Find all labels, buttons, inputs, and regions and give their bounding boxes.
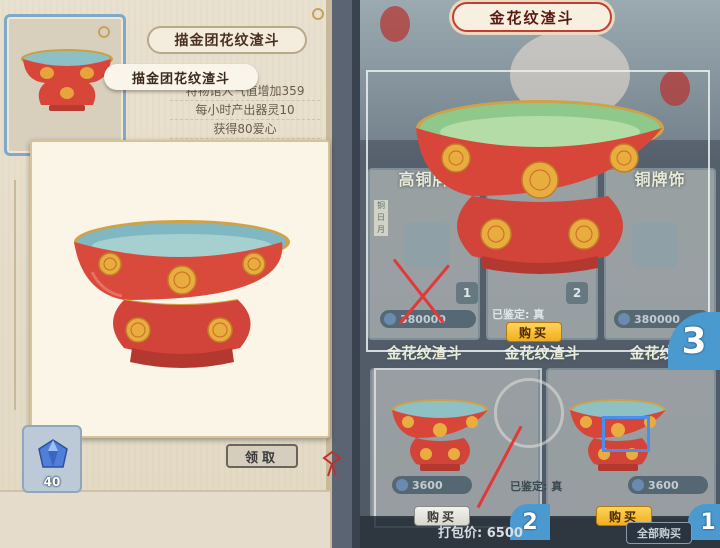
bowl-small-icon: [392, 399, 488, 471]
shelf-bottom: [0, 490, 330, 548]
reward-item-slot[interactable]: 40: [22, 425, 82, 493]
highlight-box: [602, 416, 650, 452]
price-tag: 3600: [392, 476, 472, 494]
bowl-green-icon: [416, 100, 664, 274]
shop-banner-title: 金花纹渣斗: [452, 2, 612, 32]
pack-price-value: 6500: [486, 526, 523, 541]
coin-icon: [396, 479, 408, 491]
bowl-large-icon: [74, 220, 290, 368]
price-value: 3600: [648, 478, 679, 492]
item-name-tag: 描金团花纹渣斗: [104, 64, 258, 90]
coin-icon: [632, 479, 644, 491]
item-title: 描金团花纹渣斗: [147, 26, 307, 54]
shop-panel: 金花纹渣斗 高铜牌 铜 日月 380000 1 2 铜牌饰 380000 金花纹…: [360, 0, 720, 548]
step-number-badge: 1: [688, 504, 720, 540]
bowl-thumbnail-icon: [21, 49, 113, 111]
price-value: 3600: [412, 478, 443, 492]
ornament-icon: [98, 26, 110, 38]
ribbon-knot-icon: [322, 450, 342, 477]
item-description: 特物馆人气值增加359 每小时产出器灵10 获得80爱心: [170, 82, 320, 139]
claim-button[interactable]: 领取: [226, 444, 298, 468]
ornament-icon: [312, 8, 324, 20]
appraise-status: 已鉴定: 真: [510, 480, 563, 493]
buy-button-featured[interactable]: 购买: [506, 322, 562, 342]
item-preview-popup: [30, 140, 330, 438]
stamp-icon: [494, 378, 564, 448]
desc-line-2: 每小时产出器灵10: [170, 101, 320, 120]
appraise-status: 已鉴定: 真: [492, 308, 545, 321]
pack-price-label: 打包价:: [438, 526, 483, 541]
pack-price: 打包价: 6500: [438, 522, 523, 541]
reward-count: 40: [43, 475, 61, 489]
crystal-gem-icon: [38, 439, 68, 468]
desc-line-3: 获得80爱心: [170, 120, 320, 139]
price-tag: 3600: [628, 476, 708, 494]
detail-panel: 描金团花纹渣斗 特物馆人气值增加359 每小时产出器灵10 获得80爱心 描金团…: [0, 0, 352, 548]
lantern-icon: [380, 6, 410, 42]
buy-all-button[interactable]: 全部购买: [626, 522, 692, 544]
